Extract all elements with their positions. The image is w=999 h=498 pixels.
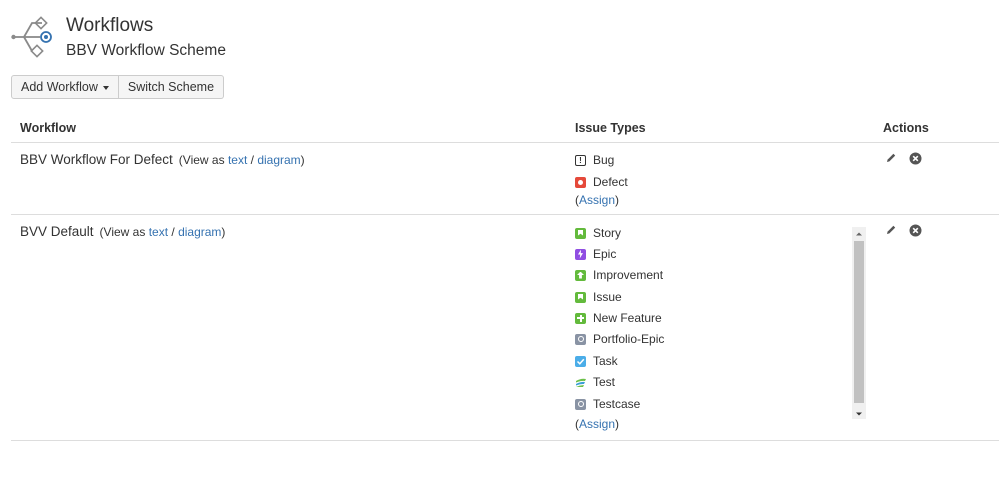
testcase-icon <box>575 398 586 410</box>
remove-icon[interactable] <box>908 223 922 237</box>
remove-icon[interactable] <box>908 151 922 165</box>
view-as: (View as text / diagram) <box>99 225 226 239</box>
view-as: (View as text / diagram) <box>178 153 305 167</box>
test-icon <box>575 377 586 388</box>
table-row: BBV Workflow For Defect (View as text / d… <box>11 143 999 214</box>
chevron-down-icon <box>102 85 109 90</box>
issue-type-improvement: Improvement <box>575 266 663 284</box>
scrollbar-thumb[interactable] <box>854 241 864 403</box>
switch-scheme-button[interactable]: Switch Scheme <box>118 75 225 99</box>
scroll-up-icon[interactable] <box>852 227 866 239</box>
view-as-text-link[interactable]: text <box>228 153 247 167</box>
add-workflow-button[interactable]: Add Workflow <box>11 75 119 99</box>
view-as-text-link[interactable]: text <box>149 225 168 239</box>
issue-type-portfolio-epic: Portfolio-Epic <box>575 330 664 348</box>
story-icon <box>575 227 586 239</box>
column-header-issue-types: Issue Types <box>575 121 646 135</box>
issue-icon <box>575 291 586 303</box>
actions-cell <box>884 223 932 237</box>
column-header-workflow: Workflow <box>20 121 77 135</box>
issue-type-test: Test <box>575 373 615 391</box>
page-subtitle: BBV Workflow Scheme <box>66 42 226 59</box>
issue-type-bug: ! Bug <box>575 151 614 169</box>
page-title: Workflows <box>66 15 154 36</box>
issue-type-testcase: Testcase <box>575 395 640 413</box>
table-row: BVV Default (View as text / diagram) Stor… <box>11 215 999 440</box>
view-as-diagram-link[interactable]: diagram <box>257 153 300 167</box>
workflow-name: BBV Workflow For Defect <box>20 152 173 167</box>
view-as-diagram-link[interactable]: diagram <box>178 225 221 239</box>
new-feature-icon <box>575 312 586 324</box>
assign-cell: (Assign) <box>575 417 620 431</box>
portfolio-epic-icon <box>575 333 586 345</box>
column-header-actions: Actions <box>883 121 929 135</box>
workflow-name: BVV Default <box>20 224 94 239</box>
pencil-icon[interactable] <box>884 151 898 165</box>
add-workflow-label: Add Workflow <box>21 80 98 94</box>
scroll-down-icon[interactable] <box>852 407 866 419</box>
defect-icon <box>575 176 586 188</box>
issue-type-issue: Issue <box>575 288 622 306</box>
actions-cell <box>884 151 932 165</box>
epic-icon <box>575 248 586 260</box>
issue-type-defect: Defect <box>575 173 628 191</box>
assign-cell: (Assign) <box>575 193 620 207</box>
bug-icon: ! <box>575 154 586 166</box>
pencil-icon[interactable] <box>884 223 898 237</box>
issue-type-new-feature: New Feature <box>575 309 662 327</box>
issue-type-task: Task <box>575 352 618 370</box>
assign-link[interactable]: Assign <box>579 193 615 207</box>
toolbar: Add Workflow Switch Scheme <box>11 75 225 99</box>
assign-link[interactable]: Assign <box>579 417 615 431</box>
workflow-icon <box>11 16 52 58</box>
issue-type-story: Story <box>575 224 621 242</box>
improvement-icon <box>575 269 586 281</box>
task-icon <box>575 355 586 367</box>
issue-type-epic: Epic <box>575 245 616 263</box>
page-header: Workflows BBV Workflow Scheme <box>10 14 610 64</box>
issue-types-scrollbar[interactable] <box>852 227 866 419</box>
row-divider <box>11 440 999 441</box>
workflow-name-cell: BBV Workflow For Defect (View as text / d… <box>20 152 305 167</box>
workflow-name-cell: BVV Default (View as text / diagram) <box>20 224 225 239</box>
